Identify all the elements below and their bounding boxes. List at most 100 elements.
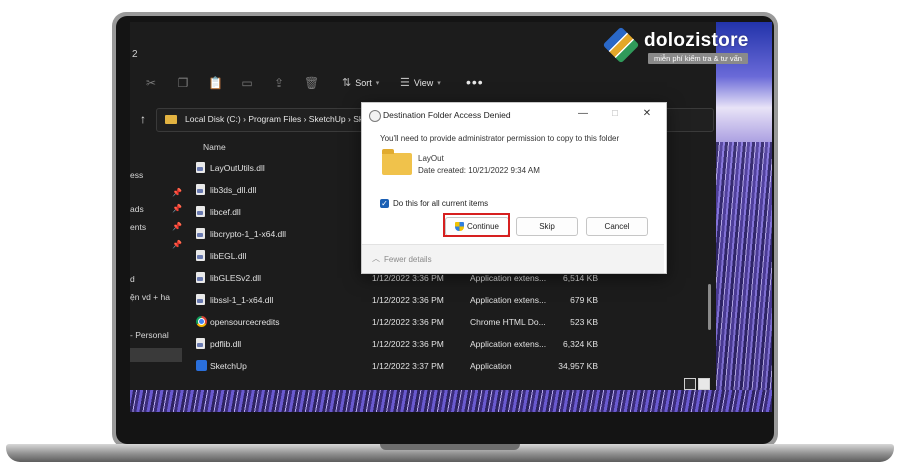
- file-date: 1/12/2022 3:36 PM: [372, 273, 444, 283]
- apply-all-label[interactable]: Do this for all current items: [393, 199, 488, 208]
- navigation-pane: ess 📌 ads 📌 ents 📌 📌 d ện vd + ha - Pers…: [130, 134, 182, 390]
- file-size: 6,324 KB: [563, 339, 598, 349]
- view-label: View: [413, 77, 434, 88]
- details-view-icon[interactable]: [684, 378, 696, 390]
- file-name: lib3ds_dll.dll: [210, 185, 257, 195]
- cancel-button[interactable]: Cancel: [586, 217, 648, 236]
- explorer-toolbar: ✂ ❐ 📋 ▭ ⇪ 🗑 ⇅ Sort ▾ ☰ View ▾ •••: [130, 72, 716, 96]
- file-name: pdflib.dll: [210, 339, 242, 349]
- file-name: libEGL.dll: [210, 251, 247, 261]
- sidebar-item[interactable]: ess: [130, 170, 143, 180]
- rename-icon[interactable]: ▭: [240, 76, 254, 90]
- breadcrumb[interactable]: Local Disk (C:) › Program Files › Sketch…: [185, 114, 390, 124]
- file-name: opensourcecredits: [210, 317, 280, 327]
- file-type: Application extens...: [470, 295, 547, 305]
- breadcrumb-item[interactable]: Local Disk (C:): [185, 114, 241, 124]
- apply-all-checkbox[interactable]: ✓: [380, 199, 389, 208]
- view-icon: ☰: [400, 77, 410, 89]
- file-size: 6,514 KB: [563, 273, 598, 283]
- file-row[interactable]: pdflib.dll 1/12/2022 3:36 PM Application…: [190, 334, 710, 356]
- wallpaper-lavender: [714, 142, 772, 392]
- maximize-icon: ☐: [611, 109, 619, 118]
- dll-icon: [196, 228, 205, 239]
- brand-tagline: miễn phí kiểm tra & tư vấn: [648, 53, 748, 64]
- sort-icon: ⇅: [342, 77, 352, 89]
- sidebar-item[interactable]: ents: [130, 222, 146, 232]
- file-date: 1/12/2022 3:36 PM: [372, 339, 444, 349]
- dll-icon: [196, 250, 205, 261]
- sidebar-item[interactable]: ện vd + ha: [130, 292, 170, 302]
- sidebar-selected-item[interactable]: [130, 348, 182, 362]
- file-name: libGLESv2.dll: [210, 273, 262, 283]
- file-size: 679 KB: [570, 295, 598, 305]
- file-size: 34,957 KB: [558, 361, 598, 371]
- chrome-icon: [196, 316, 207, 327]
- up-arrow-icon[interactable]: ↑: [140, 112, 146, 126]
- pin-icon: 📌: [172, 240, 182, 249]
- dll-icon: [196, 184, 205, 195]
- view-toggle: [684, 378, 710, 390]
- dialog-title: Destination Folder Access Denied: [383, 110, 511, 120]
- sketchup-icon: [196, 360, 207, 371]
- skip-button[interactable]: Skip: [516, 217, 578, 236]
- breadcrumb-item[interactable]: SketchUp: [309, 114, 346, 124]
- dll-icon: [196, 272, 205, 283]
- file-type: Application: [470, 361, 512, 371]
- delete-icon[interactable]: 🗑: [304, 76, 319, 90]
- file-row[interactable]: SketchUp 1/12/2022 3:37 PM Application 3…: [190, 356, 710, 378]
- dll-icon: [196, 206, 205, 217]
- chevron-up-icon[interactable]: ︿: [372, 253, 380, 264]
- fewer-details-link[interactable]: Fewer details: [384, 255, 432, 264]
- folder-icon: [165, 115, 177, 124]
- sidebar-item[interactable]: ads: [130, 204, 144, 214]
- sort-label: Sort: [355, 77, 372, 88]
- brand-name: dolozistore: [644, 30, 749, 51]
- pin-icon: 📌: [172, 188, 182, 197]
- vertical-scrollbar[interactable]: [708, 284, 711, 330]
- sidebar-item[interactable]: - Personal: [130, 330, 169, 340]
- sort-button[interactable]: ⇅ Sort ▾: [342, 76, 379, 89]
- sidebar-item[interactable]: d: [130, 274, 135, 284]
- chevron-down-icon: ▾: [437, 79, 441, 87]
- minimize-icon[interactable]: —: [576, 108, 590, 119]
- file-date: 1/12/2022 3:36 PM: [372, 317, 444, 327]
- title-fragment: 2: [132, 49, 138, 60]
- file-row[interactable]: opensourcecredits 1/12/2022 3:36 PM Chro…: [190, 312, 710, 334]
- file-date: 1/12/2022 3:36 PM: [372, 295, 444, 305]
- pin-icon: 📌: [172, 222, 182, 231]
- laptop-notch: [380, 444, 520, 450]
- file-name: libssl-1_1-x64.dll: [210, 295, 274, 305]
- view-button[interactable]: ☰ View ▾: [400, 76, 441, 89]
- chevron-down-icon: ▾: [375, 79, 380, 87]
- brand-logo: dolozistore miễn phí kiểm tra & tư vấn: [600, 26, 780, 68]
- column-header-name[interactable]: Name: [203, 142, 226, 152]
- dll-icon: [196, 162, 205, 173]
- file-name: libcrypto-1_1-x64.dll: [210, 229, 287, 239]
- large-icons-view-icon[interactable]: [698, 378, 710, 390]
- dll-icon: [196, 294, 205, 305]
- continue-highlight-box: [443, 213, 510, 237]
- file-row[interactable]: libssl-1_1-x64.dll 1/12/2022 3:36 PM App…: [190, 290, 710, 312]
- folder-name: LayOut: [418, 154, 444, 163]
- file-size: 523 KB: [570, 317, 598, 327]
- wallpaper-bottom-lavender: [130, 390, 772, 412]
- dialog-message: You'll need to provide administrator per…: [380, 134, 620, 143]
- breadcrumb-item[interactable]: Program Files: [248, 114, 301, 124]
- file-date: 1/12/2022 3:37 PM: [372, 361, 444, 371]
- screen: 2 ✂ ❐ 📋 ▭ ⇪ 🗑 ⇅ Sort ▾ ☰ View ▾ ••• ↑ Lo…: [130, 22, 772, 412]
- pin-icon: 📌: [172, 204, 182, 213]
- file-type: Application extens...: [470, 273, 547, 283]
- dll-icon: [196, 338, 205, 349]
- dialog-footer: ︿ Fewer details: [362, 244, 664, 273]
- close-icon[interactable]: ✕: [640, 108, 654, 119]
- file-name: libcef.dll: [210, 207, 241, 217]
- copy-icon[interactable]: ❐: [176, 76, 190, 90]
- more-options-button[interactable]: •••: [466, 74, 484, 90]
- file-type: Application extens...: [470, 339, 547, 349]
- paste-icon[interactable]: 📋: [208, 76, 223, 90]
- cut-icon[interactable]: ✂: [144, 76, 158, 90]
- folder-icon: [382, 149, 412, 175]
- access-denied-dialog: Destination Folder Access Denied — ☐ ✕ Y…: [361, 102, 667, 274]
- share-icon[interactable]: ⇪: [272, 76, 286, 90]
- file-name: LayOutUtils.dll: [210, 163, 265, 173]
